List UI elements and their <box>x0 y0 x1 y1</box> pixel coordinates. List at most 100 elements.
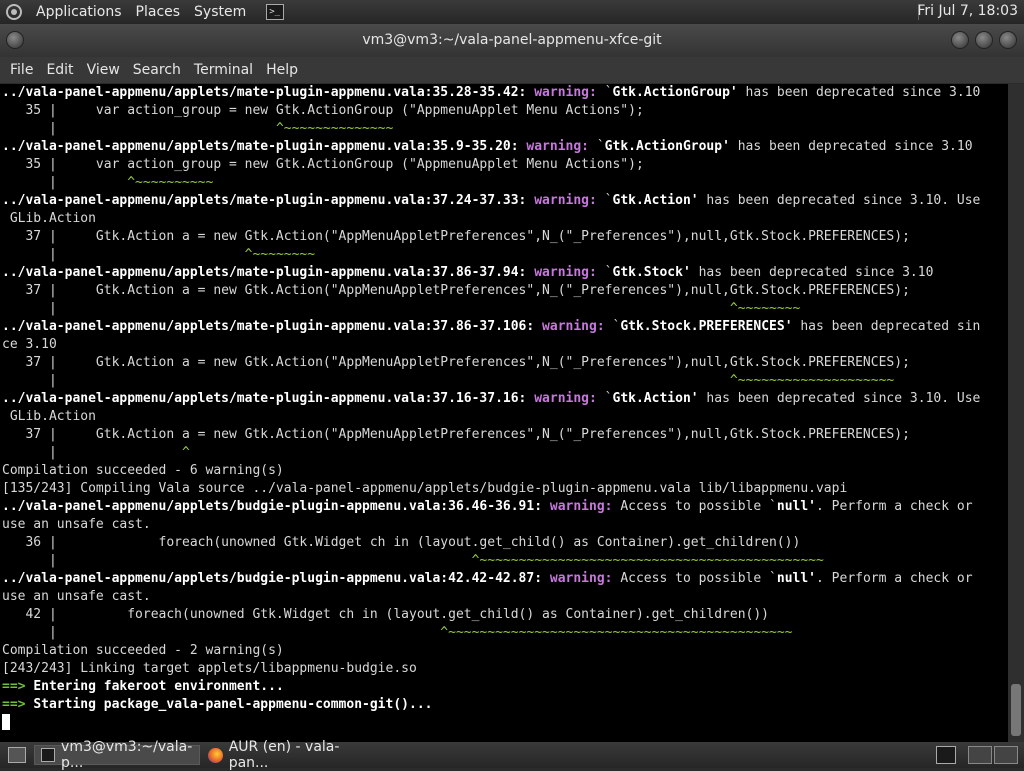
terminal-text: ^~~~~~~~~~~~~~~ <box>275 121 394 136</box>
terminal-scrollbar[interactable] <box>1008 84 1024 742</box>
terminal-menubar: File Edit View Search Terminal Help <box>0 57 1024 83</box>
terminal-line: 37 | Gtk.Action a = new Gtk.Action("AppM… <box>2 354 1008 372</box>
terminal-text: ^ <box>182 445 190 460</box>
terminal-text: has been deprecated since 3.10 <box>737 85 981 100</box>
terminal-text: 35 | var action_group = new Gtk.ActionGr… <box>2 157 644 172</box>
terminal-text: ` <box>604 193 613 208</box>
terminal-text: warning: <box>534 85 605 100</box>
terminal-text: [243/243] Linking target applets/libappm… <box>2 661 417 676</box>
terminal-icon <box>41 748 56 762</box>
workspace-switcher-icon[interactable] <box>936 746 956 764</box>
taskbar-item-terminal[interactable]: vm3@vm3:~/vala-p... <box>34 739 200 771</box>
terminal-text: ==> <box>2 697 34 712</box>
terminal-line: ../vala-panel-appmenu/applets/budgie-plu… <box>2 570 1008 588</box>
terminal-text: Gtk.Stock.PREFERENCES' <box>620 319 793 334</box>
terminal-text: 37 | Gtk.Action a = new Gtk.Action("AppM… <box>2 283 910 298</box>
terminal-text: Entering fakeroot environment... <box>33 679 284 694</box>
terminal-prompt-line <box>2 714 1008 732</box>
os-logo-icon[interactable] <box>6 4 22 20</box>
terminal-line: ce 3.10 <box>2 336 1008 354</box>
menu-terminal[interactable]: Terminal <box>194 62 253 78</box>
bottom-taskbar: vm3@vm3:~/vala-p... AUR (en) - vala-pan.… <box>0 739 1024 771</box>
menu-help[interactable]: Help <box>266 62 298 78</box>
terminal-text: ^~~~~~~~~~~~~~~~~~~~~~~~~~~~~~~~~~~~~~~~… <box>440 625 793 640</box>
terminal-line: GLib.Action <box>2 408 1008 426</box>
terminal-line: [243/243] Linking target applets/libappm… <box>2 660 1008 678</box>
terminal-text: ` <box>604 391 613 406</box>
clock[interactable]: Fri Jul 7, 18:03 <box>917 3 1018 19</box>
workspace-1[interactable] <box>968 746 992 764</box>
terminal-output[interactable]: ../vala-panel-appmenu/applets/mate-plugi… <box>0 84 1008 742</box>
terminal-line: | ^~~~~~~~~~~ <box>2 174 1008 192</box>
terminal-line: | ^~~~~~~~~~~~~~~~~~~~~~~~~~~~~~~~~~~~~~… <box>2 624 1008 642</box>
terminal-text: ../vala-panel-appmenu/applets/budgie-plu… <box>2 571 550 586</box>
menu-file[interactable]: File <box>10 62 33 78</box>
terminal-text: ../vala-panel-appmenu/applets/mate-plugi… <box>2 139 527 154</box>
workspace-2[interactable] <box>994 746 1018 764</box>
terminal-line: | ^ <box>2 444 1008 462</box>
terminal-text: has been deprecated since 3.10. Use <box>698 391 981 406</box>
terminal-text: . Perform a check or <box>816 499 973 514</box>
terminal-text: | <box>2 625 441 640</box>
terminal-text: Access to possible ` <box>620 499 777 514</box>
maximize-button[interactable] <box>975 31 993 49</box>
terminal-cursor <box>2 714 10 730</box>
terminal-text: 36 | foreach(unowned Gtk.Widget ch in (l… <box>2 535 801 550</box>
terminal-text: | <box>2 175 128 190</box>
terminal-text: GLib.Action <box>2 409 96 424</box>
terminal-text: Access to possible ` <box>620 571 777 586</box>
terminal-text: | <box>2 445 183 460</box>
terminal-text: ` <box>596 139 605 154</box>
menu-search[interactable]: Search <box>133 62 181 78</box>
menu-edit[interactable]: Edit <box>46 62 73 78</box>
terminal-text: ==> <box>2 679 34 694</box>
terminal-launcher-icon[interactable]: >_ <box>266 4 285 20</box>
menu-view[interactable]: View <box>87 62 120 78</box>
menu-system[interactable]: System <box>194 4 246 20</box>
terminal-text: . Perform a check or <box>816 571 973 586</box>
terminal-text: Compilation succeeded - 6 warning(s) <box>2 463 284 478</box>
taskbar-item-label: AUR (en) - vala-pan... <box>228 739 340 771</box>
terminal-text: has been deprecated since 3.10 <box>729 139 973 154</box>
menu-places[interactable]: Places <box>136 4 181 20</box>
terminal-text: has been deprecated since 3.10. Use <box>698 193 981 208</box>
terminal-text: Compilation succeeded - 2 warning(s) <box>2 643 284 658</box>
terminal-line: 36 | foreach(unowned Gtk.Widget ch in (l… <box>2 534 1008 552</box>
terminal-line: | ^~~~~~~~~~~~~~~~~~~~~ <box>2 372 1008 390</box>
terminal-text: use an unsafe cast. <box>2 517 151 532</box>
terminal-text: 37 | Gtk.Action a = new Gtk.Action("AppM… <box>2 229 910 244</box>
firefox-icon <box>208 747 223 763</box>
scrollbar-thumb[interactable] <box>1011 684 1021 736</box>
terminal-line: ../vala-panel-appmenu/applets/mate-plugi… <box>2 390 1008 408</box>
terminal-line: 42 | foreach(unowned Gtk.Widget ch in (l… <box>2 606 1008 624</box>
terminal-text: | <box>2 301 730 316</box>
terminal-line: ../vala-panel-appmenu/applets/mate-plugi… <box>2 192 1008 210</box>
terminal-line: | ^~~~~~~~~~~~~~~~~~~~~~~~~~~~~~~~~~~~~~… <box>2 552 1008 570</box>
terminal-text: warning: <box>534 193 605 208</box>
terminal-text: ../vala-panel-appmenu/applets/mate-plugi… <box>2 193 535 208</box>
terminal-text: Gtk.ActionGroup' <box>612 85 738 100</box>
terminal-line: 37 | Gtk.Action a = new Gtk.Action("AppM… <box>2 426 1008 444</box>
terminal-text: Gtk.Action' <box>612 193 699 208</box>
terminal-line: | ^~~~~~~~~~~~~~~ <box>2 120 1008 138</box>
terminal-text: Starting package_vala-panel-appmenu-comm… <box>33 697 433 712</box>
terminal-text: ^~~~~~~~~~~~~~~~~~~~~~~~~~~~~~~~~~~~~~~~… <box>471 553 824 568</box>
terminal-text: has been deprecated since 3.10 <box>690 265 934 280</box>
terminal-line: Compilation succeeded - 6 warning(s) <box>2 462 1008 480</box>
terminal-text: null' <box>776 571 817 586</box>
menu-applications[interactable]: Applications <box>36 4 122 20</box>
close-button[interactable] <box>999 31 1017 49</box>
terminal-text: Gtk.Action' <box>612 391 699 406</box>
terminal-line: 37 | Gtk.Action a = new Gtk.Action("AppM… <box>2 228 1008 246</box>
minimize-button[interactable] <box>951 31 969 49</box>
window-titlebar[interactable]: vm3@vm3:~/vala-panel-appmenu-xfce-git <box>0 24 1024 57</box>
terminal-line: ../vala-panel-appmenu/applets/budgie-plu… <box>2 498 1008 516</box>
taskbar-item-label: vm3@vm3:~/vala-p... <box>61 739 193 771</box>
taskbar-item-browser[interactable]: AUR (en) - vala-pan... <box>202 739 382 771</box>
terminal-text: use an unsafe cast. <box>2 589 151 604</box>
terminal-text: ce 3.10 <box>2 337 57 352</box>
show-desktop-icon[interactable] <box>8 747 26 763</box>
terminal-text: [135/243] Compiling Vala source ../vala-… <box>2 481 848 496</box>
terminal-text: | <box>2 121 276 136</box>
terminal-text: Gtk.Stock' <box>612 265 691 280</box>
